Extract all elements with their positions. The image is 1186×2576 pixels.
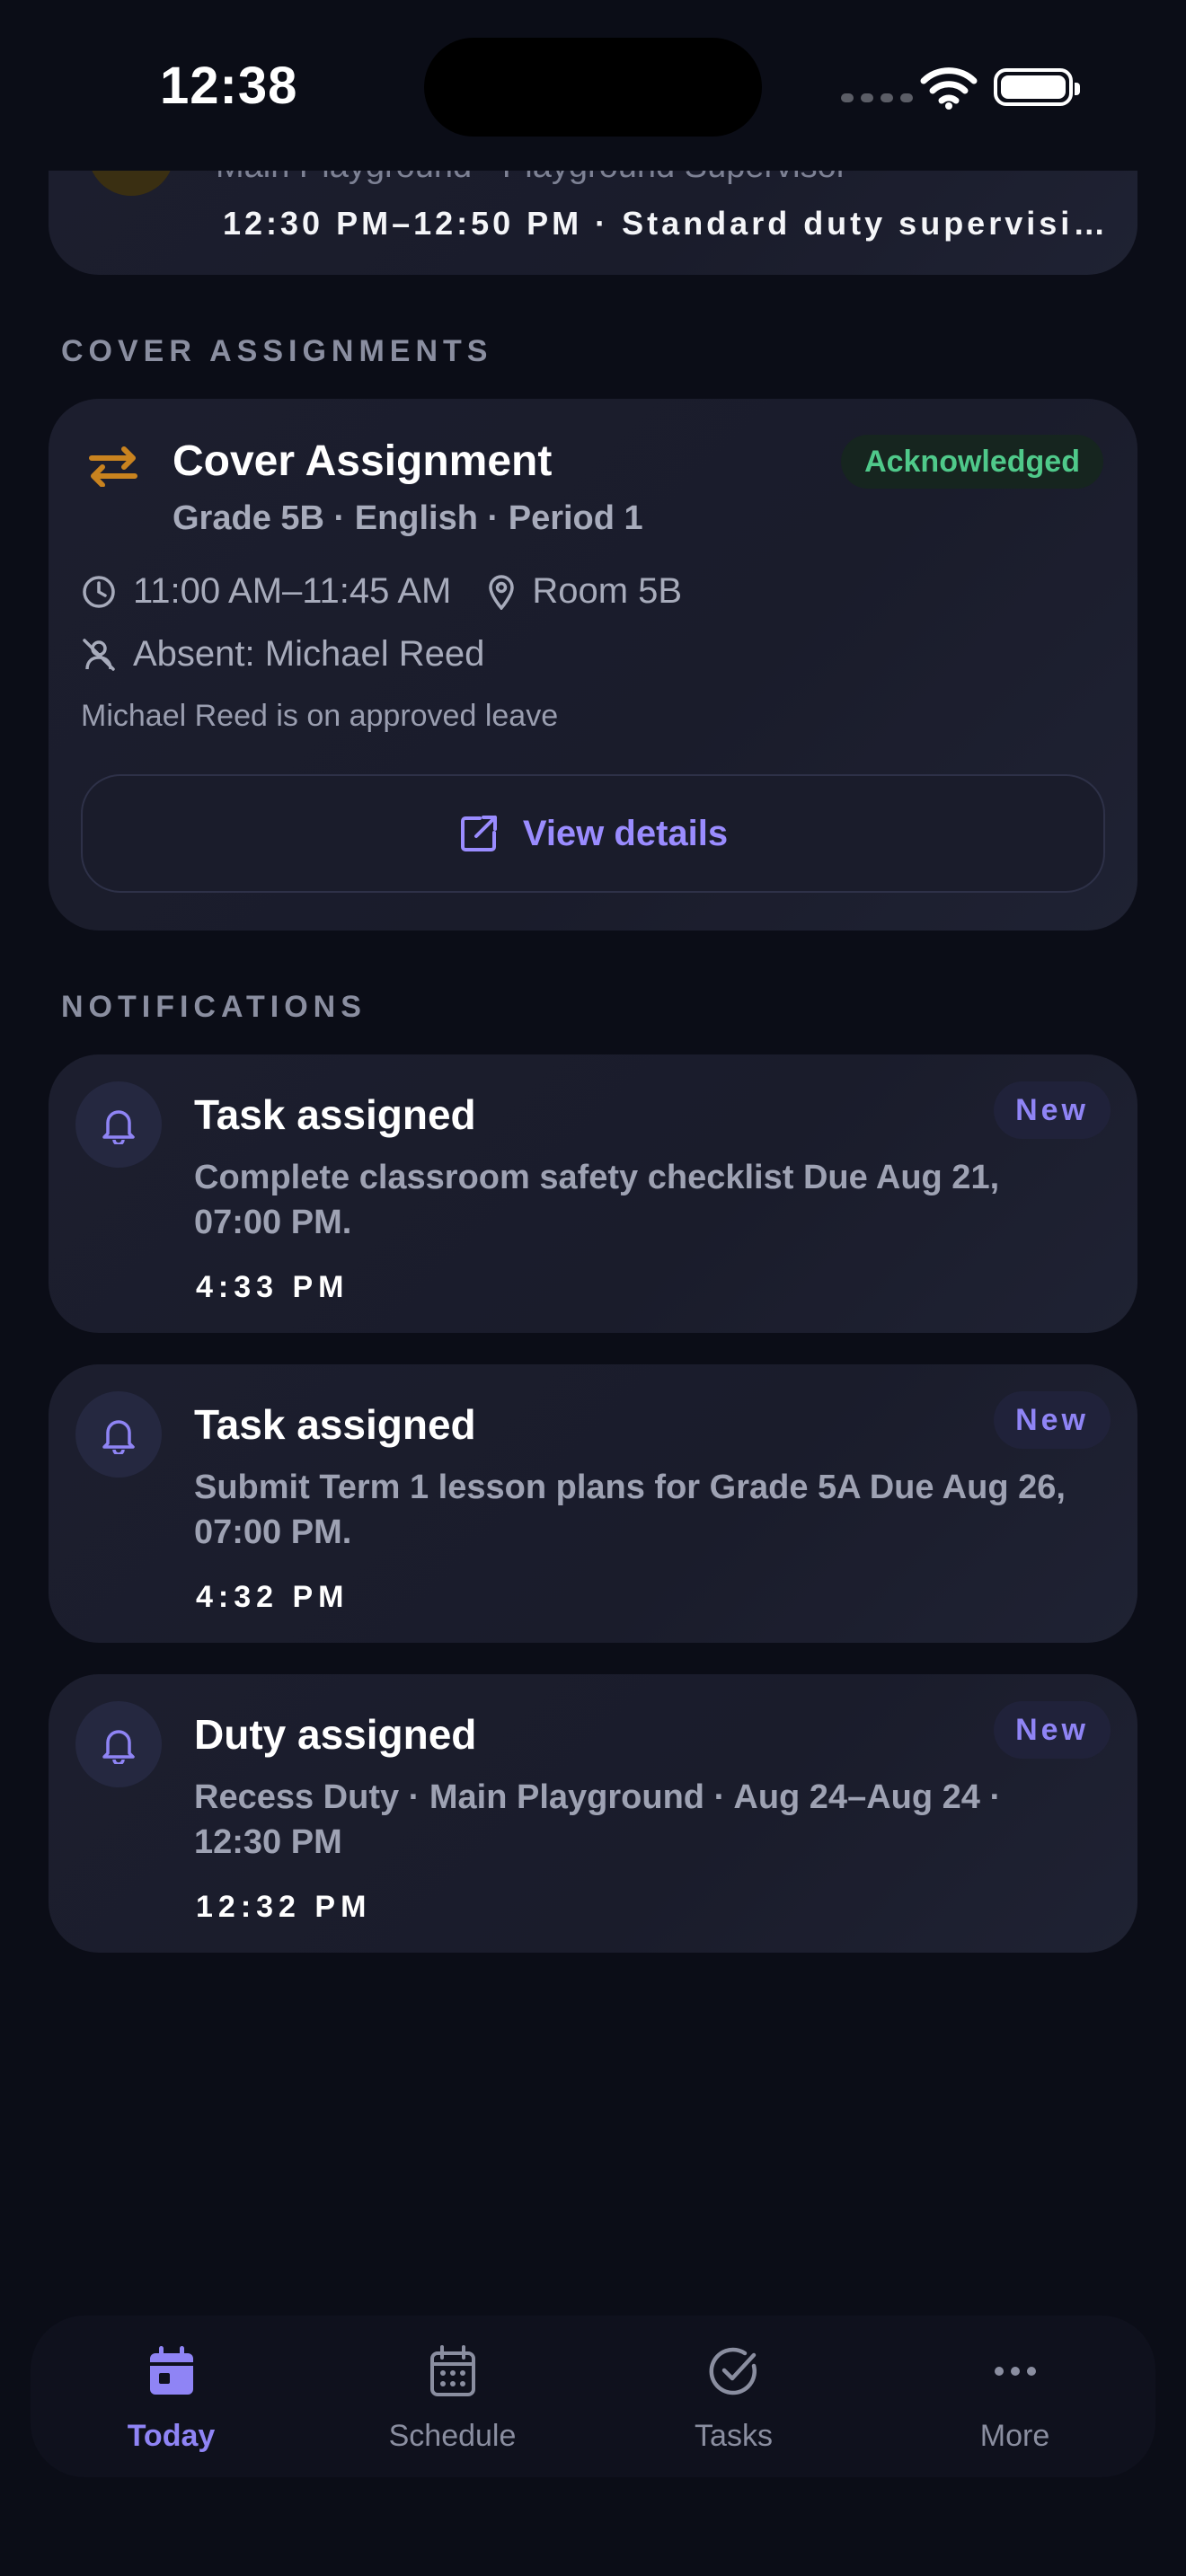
cover-title: Cover Assignment [173,437,553,485]
status-bar: 12:38 [0,0,1186,171]
dynamic-island [424,38,762,137]
notification-body: Submit Term 1 lesson plans for Grade 5A … [194,1469,1066,1551]
cover-assignment-card[interactable]: Cover Assignment Acknowledged Grade 5B ·… [49,399,1137,931]
new-badge: New [994,1391,1111,1449]
view-details-label: View details [522,813,729,853]
duty-meta: 12:30 PM–12:50 PM · Standard duty superv… [223,205,1110,242]
view-details-button[interactable]: View details [81,774,1105,893]
tab-schedule[interactable]: Schedule [312,2316,593,2477]
tab-today-label: Today [127,2418,216,2453]
tab-schedule-label: Schedule [388,2418,517,2453]
notification-time: 12:32 PM [196,1890,372,1924]
status-time: 12:38 [160,57,298,115]
tab-tasks[interactable]: Tasks [593,2316,874,2477]
cover-time: 11:00 AM–11:45 AM [133,571,452,611]
location-pin-icon [487,574,516,610]
cover-subtitle: Grade 5B · English · Period 1 [173,499,643,537]
new-badge: New [994,1701,1111,1759]
new-badge: New [994,1081,1111,1139]
notification-title: Duty assigned [194,1711,477,1758]
notification-card[interactable]: Duty assigned New Recess Duty · Main Pla… [49,1674,1137,1953]
tab-today[interactable]: Today [31,2316,312,2477]
notification-card[interactable]: Task assigned New Complete classroom saf… [49,1054,1137,1333]
notification-time: 4:32 PM [196,1580,350,1614]
tab-more[interactable]: More [874,2316,1155,2477]
cover-note: Michael Reed is on approved leave [81,699,559,733]
notification-title: Task assigned [194,1091,476,1138]
section-label-notifications: NOTIFICATIONS [61,990,367,1024]
tab-tasks-label: Tasks [695,2418,773,2453]
user-off-icon [81,637,117,673]
clock-icon [81,574,117,610]
bell-icon [75,1081,162,1168]
bell-icon [75,1701,162,1787]
wifi-icon [920,66,978,114]
bell-icon [75,1391,162,1478]
bottom-nav: Today Schedule Tasks More [31,2316,1155,2477]
notification-card[interactable]: Task assigned New Submit Term 1 lesson p… [49,1364,1137,1643]
section-label-cover: COVER ASSIGNMENTS [61,334,493,368]
calendar-icon [428,2340,478,2403]
notification-body: Complete classroom safety checklist Due … [194,1159,1000,1241]
external-link-icon [458,813,500,854]
check-circle-icon [707,2340,761,2403]
swap-icon [86,446,140,491]
cover-room: Room 5B [532,571,683,611]
cover-absent: Absent: Michael Reed [133,634,485,674]
tab-more-label: More [979,2418,1050,2453]
calendar-today-icon [146,2340,197,2403]
signal-icon [841,93,913,102]
notification-title: Task assigned [194,1401,476,1448]
status-badge: Acknowledged [841,435,1103,489]
notification-body: Recess Duty · Main Playground · Aug 24–A… [194,1778,1002,1861]
more-dots-icon [993,2340,1038,2403]
cover-time-row: 11:00 AM–11:45 AM Room 5B [81,571,682,612]
cover-absent-row: Absent: Michael Reed [81,634,484,675]
notification-time: 4:33 PM [196,1270,350,1304]
battery-icon [994,68,1080,106]
